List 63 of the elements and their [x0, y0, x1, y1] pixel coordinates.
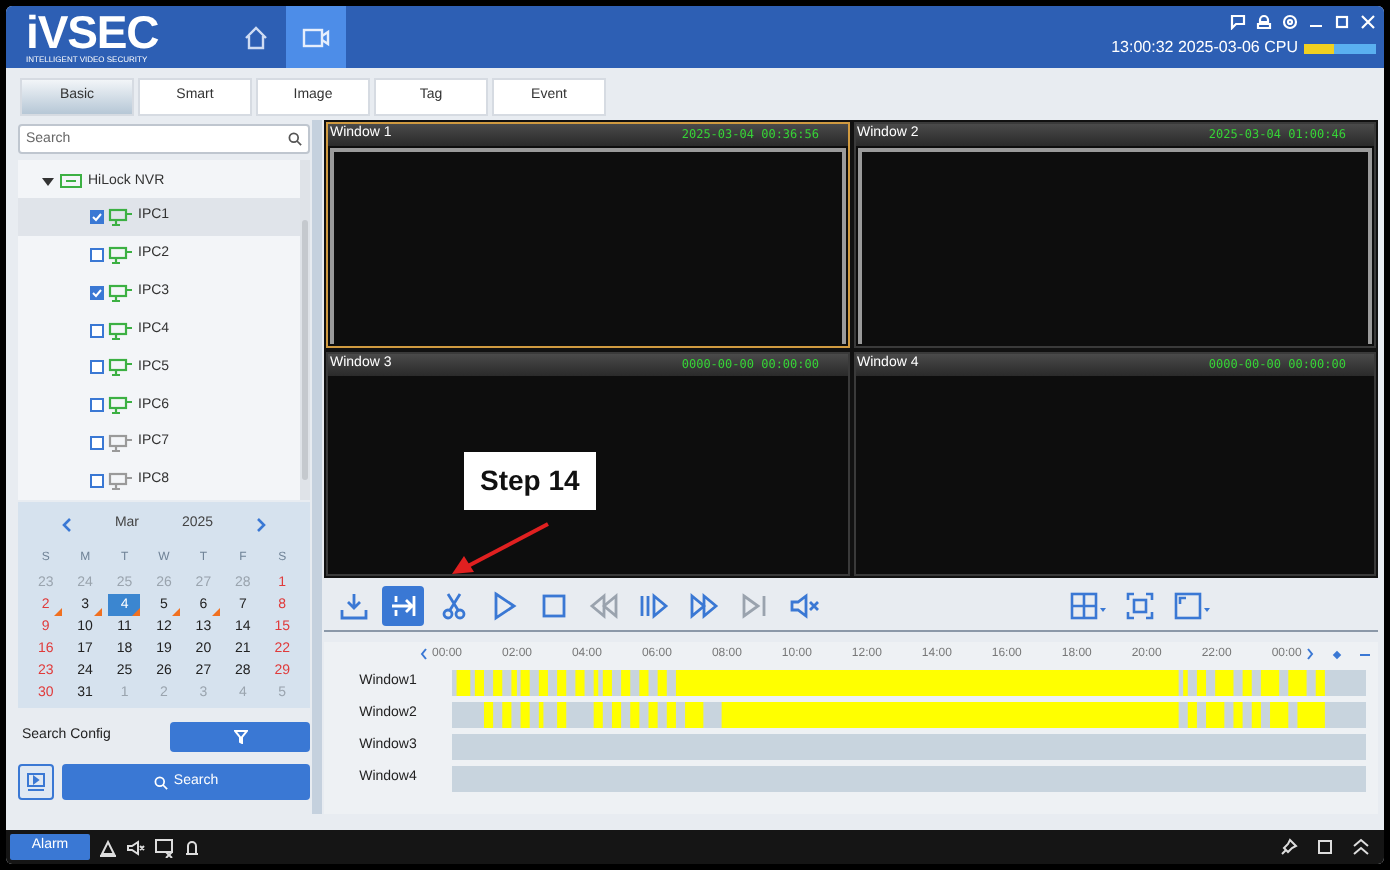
checkbox[interactable]: [90, 285, 104, 300]
scroll-left-icon[interactable]: [420, 648, 428, 660]
step-callout: Step 14: [464, 452, 596, 510]
settings-icon[interactable]: [1282, 14, 1298, 30]
video-camera-icon: [302, 27, 330, 47]
check-icon: [92, 287, 102, 298]
home-icon: [244, 25, 268, 49]
checkbox[interactable]: [90, 436, 104, 451]
alarm-off-icon[interactable]: [98, 837, 118, 857]
timeline-track[interactable]: [452, 765, 1366, 791]
slow-icon: [637, 589, 669, 621]
scroll-right-icon[interactable]: [1306, 648, 1314, 660]
user-icon[interactable]: [1256, 14, 1272, 30]
window-icon[interactable]: [1316, 838, 1334, 856]
stop-icon: [537, 589, 569, 621]
message-icon[interactable]: [1230, 14, 1246, 30]
aspect-ratio-icon[interactable]: [1174, 591, 1210, 619]
timeline-track[interactable]: [452, 669, 1366, 695]
fast-icon: [687, 589, 719, 621]
playback-button[interactable]: [286, 6, 346, 68]
playback-file-button[interactable]: [18, 764, 54, 800]
record-marker-icon: [132, 608, 141, 616]
mute-icon: [787, 589, 819, 621]
check-icon: [92, 211, 102, 222]
screen-off-icon[interactable]: [154, 837, 174, 857]
next-month-icon[interactable]: [256, 517, 266, 531]
download-icon: [337, 589, 369, 621]
search-icon[interactable]: [288, 132, 302, 146]
layout-grid-icon[interactable]: [1070, 591, 1106, 619]
checkbox[interactable]: [90, 360, 104, 375]
previous-month-icon[interactable]: [62, 517, 72, 531]
clock-text: 13:00:32 2025-03-06 CPU: [1111, 36, 1298, 60]
bell-icon[interactable]: [182, 837, 202, 857]
frame-icon: [737, 589, 769, 621]
filter-button[interactable]: [170, 721, 310, 751]
video-file-icon: [26, 772, 46, 792]
maximize-icon[interactable]: [1334, 14, 1350, 30]
logo: iVSEC: [26, 10, 161, 54]
timeline-track[interactable]: [452, 701, 1366, 727]
filter-icon: [233, 729, 247, 743]
checkbox[interactable]: [90, 474, 104, 489]
pointer-arrow: [448, 522, 552, 576]
record-marker-icon: [171, 608, 180, 616]
checkbox[interactable]: [90, 398, 104, 413]
mute-icon[interactable]: [126, 837, 146, 857]
record-marker-icon: [93, 608, 102, 616]
search-icon: [153, 775, 168, 789]
clip-button[interactable]: [382, 585, 424, 625]
cut-icon: [437, 589, 469, 621]
checkbox[interactable]: [90, 209, 104, 224]
recorder-icon: [60, 174, 82, 189]
expand-caret-icon[interactable]: [42, 175, 54, 188]
fullscreen-icon[interactable]: [1126, 591, 1154, 619]
rewind-icon: [587, 589, 619, 621]
pin-icon[interactable]: [1280, 838, 1298, 856]
checkbox[interactable]: [90, 247, 104, 262]
timeline-track[interactable]: [452, 733, 1366, 759]
zoom-in-icon[interactable]: [1332, 649, 1342, 659]
checkbox[interactable]: [90, 323, 104, 338]
record-marker-icon: [53, 608, 62, 616]
close-icon[interactable]: [1360, 14, 1376, 30]
record-marker-icon: [211, 608, 220, 616]
collapse-icon[interactable]: [1352, 838, 1370, 856]
